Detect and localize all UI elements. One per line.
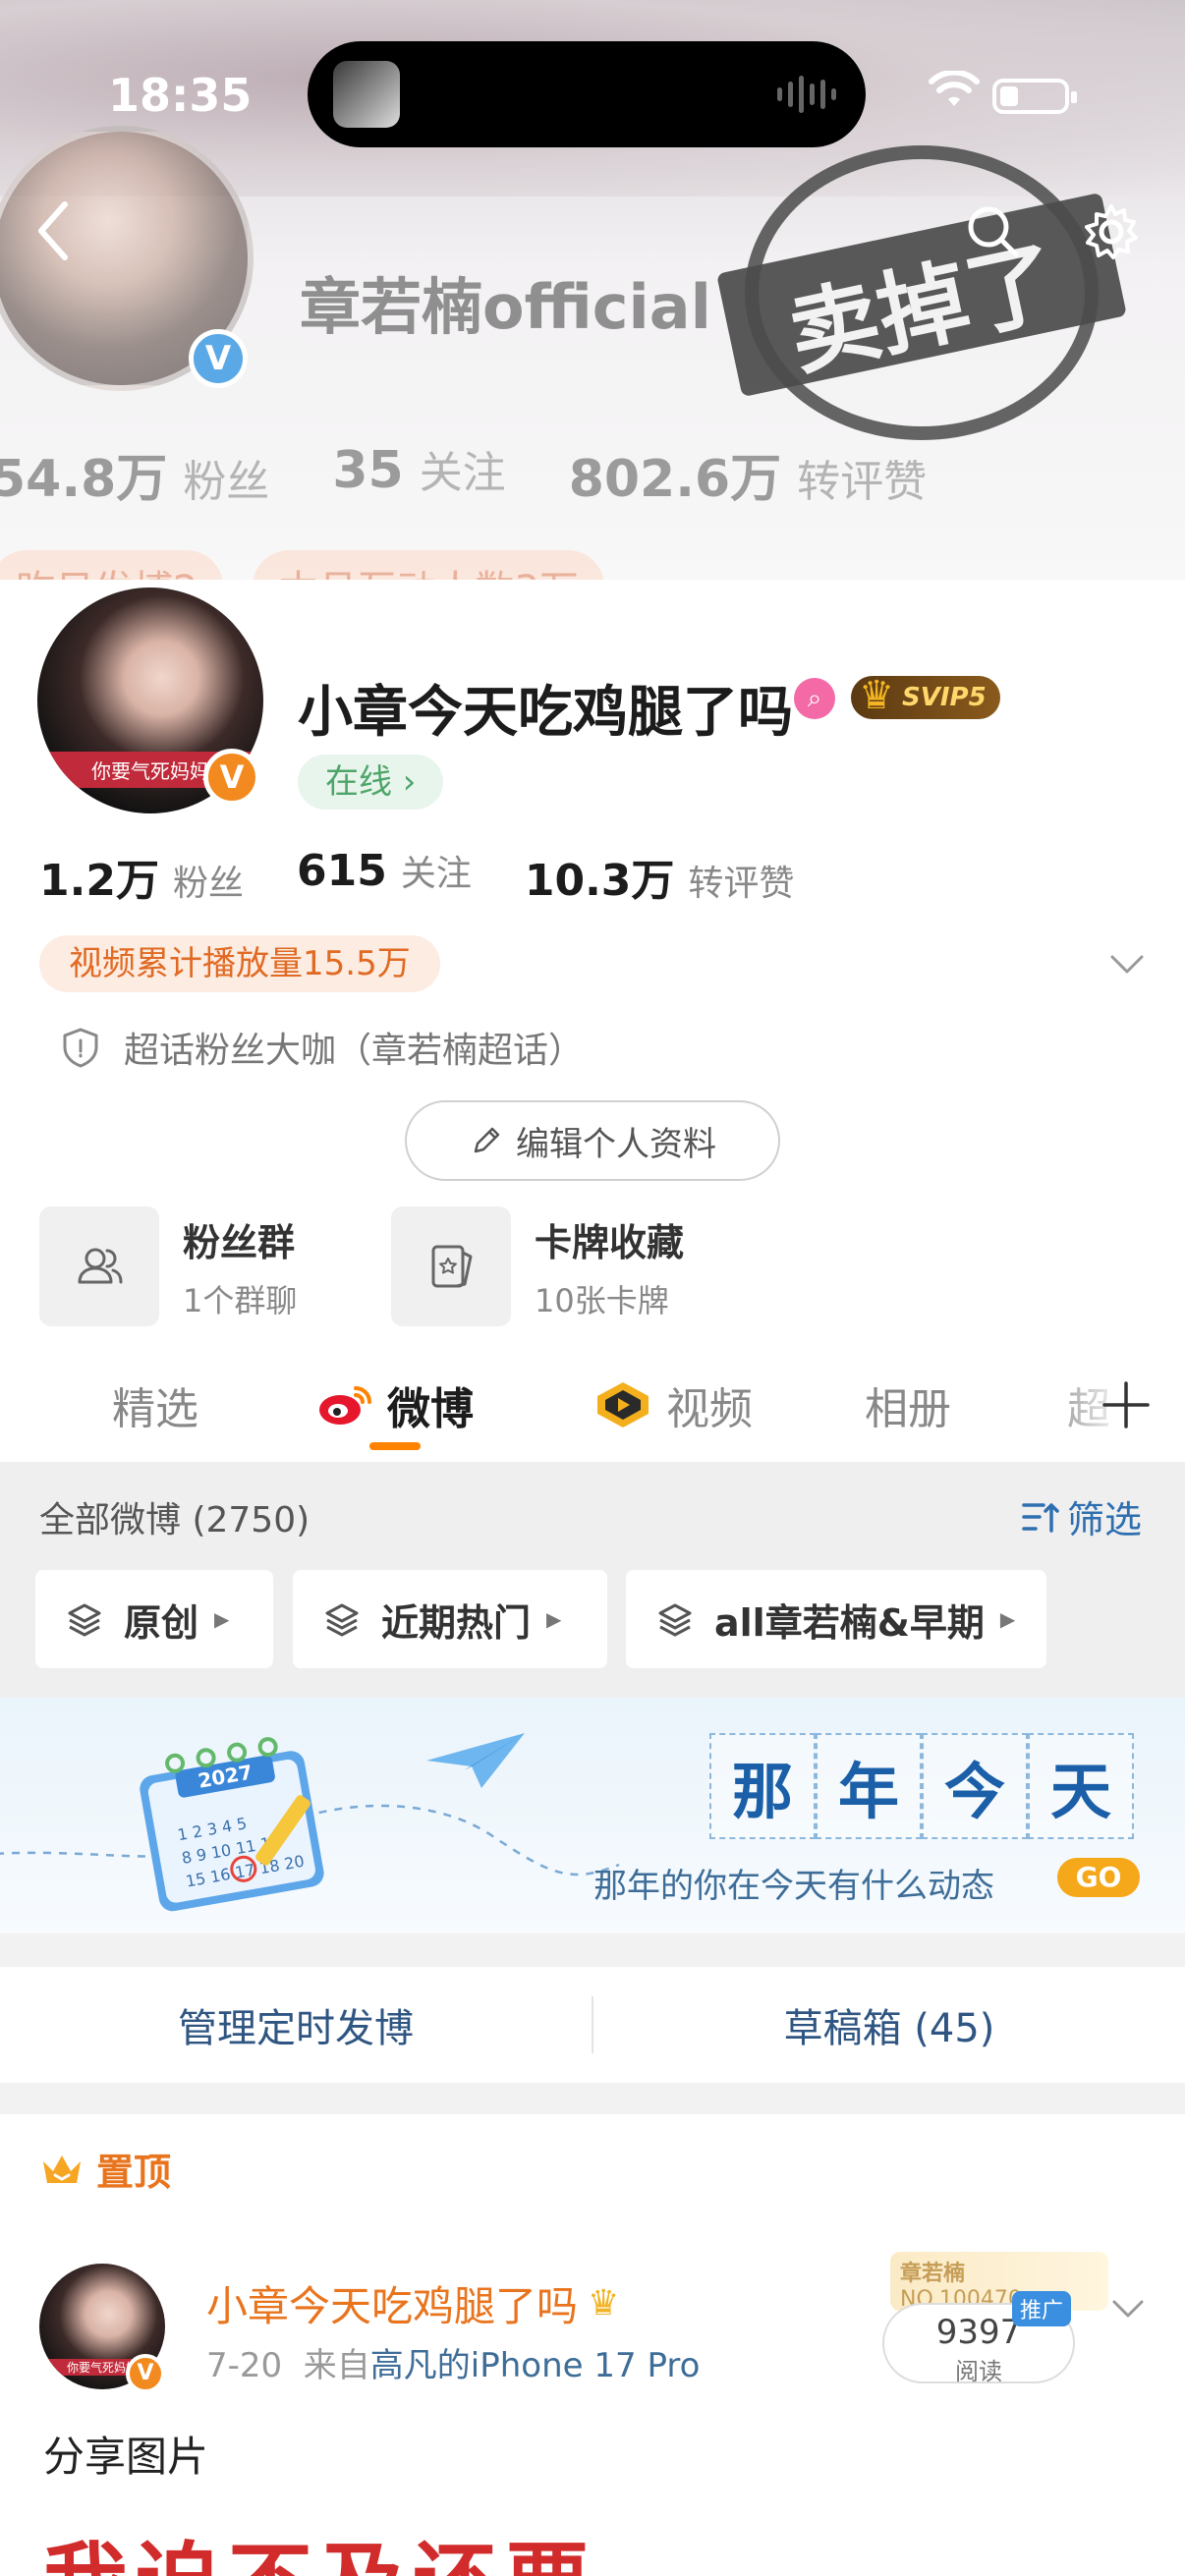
fan-group-title: 粉丝群 bbox=[183, 1220, 296, 1264]
wifi-icon bbox=[929, 71, 980, 106]
profile-stats: 1.2万 粉丝 615 关注 10.3万 转评赞 bbox=[39, 845, 847, 908]
stat-reposts-likes[interactable]: 10.3万 转评赞 bbox=[525, 845, 795, 908]
banner-subtitle: 那年的你在今天有什么动态 bbox=[593, 1867, 994, 1906]
chevron-down-icon[interactable] bbox=[1106, 943, 1148, 984]
drafts-button[interactable]: 草稿箱 (45) bbox=[593, 1996, 1185, 2053]
cover-stat-fans: 54.8万 粉丝 bbox=[0, 450, 270, 509]
tab-album[interactable]: 相册 bbox=[865, 1373, 951, 1436]
filter-button[interactable]: 筛选 bbox=[1018, 1489, 1142, 1543]
sort-filter-icon bbox=[1022, 1502, 1059, 1533]
verified-blue-badge: V bbox=[189, 329, 248, 388]
group-icon bbox=[39, 1206, 159, 1326]
cover-stat-follow: 35 关注 bbox=[332, 441, 506, 500]
manage-row: 管理定时发博 草稿箱 (45) bbox=[0, 1967, 1185, 2083]
read-count-card[interactable]: 章若楠 NO.100470 9397 阅读 推广 bbox=[882, 2252, 1118, 2387]
scheduled-posts-button[interactable]: 管理定时发博 bbox=[0, 1996, 592, 2053]
post-meta: 7-20 来自高凡的iPhone 17 Pro bbox=[206, 2346, 701, 2385]
audio-wave-icon bbox=[777, 75, 836, 114]
crown-icon: ♛ bbox=[859, 673, 894, 718]
paper-plane-icon bbox=[426, 1733, 525, 1788]
chip-recent-hot[interactable]: 近期热门 ▶ bbox=[293, 1570, 607, 1668]
weibo-logo-icon bbox=[319, 1386, 371, 1425]
status-time: 18:35 bbox=[108, 69, 253, 122]
tab-video[interactable]: 视频 bbox=[593, 1373, 753, 1436]
search-icon[interactable] bbox=[963, 201, 1022, 260]
promote-badge[interactable]: 推广 bbox=[1012, 2291, 1072, 2326]
post-author[interactable]: 小章今天吃鸡腿了吗 ♛ bbox=[206, 2273, 619, 2333]
banner-title: 那 年 今 天 bbox=[709, 1733, 1134, 1839]
pinned-label: 置顶 bbox=[39, 2142, 171, 2196]
now-playing-thumbnail bbox=[333, 61, 400, 128]
pencil-icon bbox=[474, 1127, 500, 1153]
gear-icon[interactable] bbox=[1081, 201, 1142, 262]
go-button[interactable]: GO bbox=[1057, 1858, 1140, 1897]
calendar-icon: 2027 1 2 3 4 5 8 9 10 11 12 15 16 17 18 … bbox=[140, 1737, 324, 1912]
layers-icon bbox=[68, 1603, 101, 1637]
tab-featured[interactable]: 精选 bbox=[112, 1373, 198, 1436]
profile-name: 小章今天吃鸡腿了吗 bbox=[298, 681, 793, 745]
video-plays-badge[interactable]: 视频累计播放量15.5万 bbox=[39, 935, 440, 992]
tab-weibo[interactable]: 微博 bbox=[316, 1373, 474, 1436]
supertopic-label: 超话粉丝大咖（章若楠超话） bbox=[124, 1031, 585, 1071]
verified-orange-badge: V bbox=[126, 2354, 165, 2393]
pinned-post[interactable]: 置顶 你要气死妈妈 V 小章今天吃鸡腿了吗 ♛ 7-20 来自高凡的iPhone … bbox=[0, 2114, 1185, 2576]
verified-orange-badge: V bbox=[203, 749, 260, 806]
online-status[interactable]: 在线 › bbox=[298, 755, 444, 810]
active-tab-indicator bbox=[369, 1442, 421, 1450]
plus-icon[interactable] bbox=[1100, 1379, 1152, 1430]
fan-group-button[interactable]: 粉丝群 1个群聊 bbox=[39, 1206, 297, 1326]
stat-fans[interactable]: 1.2万 粉丝 bbox=[39, 845, 244, 908]
read-label: 阅读 bbox=[955, 2358, 1002, 2385]
feed-filter: 全部微博 (2750) 筛选 原创 ▶ 近期热门 ▶ all章若楠&早期 ▶ bbox=[0, 1462, 1185, 1698]
shield-icon bbox=[63, 1028, 98, 1068]
battery-icon bbox=[992, 79, 1077, 114]
chip-all-early[interactable]: all章若楠&早期 ▶ bbox=[626, 1570, 1046, 1668]
card-collection-title: 卡牌收藏 bbox=[535, 1220, 685, 1264]
card-icon bbox=[391, 1206, 511, 1326]
name-tag-icon[interactable]: ⌕ bbox=[794, 678, 835, 719]
crown-icon: ♛ bbox=[588, 2283, 620, 2324]
stat-following[interactable]: 615 关注 bbox=[297, 845, 472, 908]
card-collection-sub: 10张卡牌 bbox=[535, 1281, 669, 1319]
video-play-icon bbox=[597, 1382, 649, 1428]
crown-icon bbox=[43, 2155, 81, 2183]
dynamic-island[interactable] bbox=[308, 41, 866, 147]
layers-icon bbox=[658, 1603, 692, 1637]
cover-name: 章若楠official bbox=[300, 271, 711, 343]
on-this-day-banner[interactable]: 2027 1 2 3 4 5 8 9 10 11 12 15 16 17 18 … bbox=[0, 1698, 1185, 1933]
post-source: 高凡的iPhone 17 Pro bbox=[369, 2346, 701, 2385]
post-date: 7-20 bbox=[206, 2346, 283, 2385]
supertopic-fan-row[interactable]: 超话粉丝大咖（章若楠超话） bbox=[59, 1022, 584, 1073]
sold-stamp: 卖掉了 bbox=[715, 145, 1128, 450]
all-posts-count: 全部微博 (2750) bbox=[39, 1500, 310, 1540]
chevron-down-icon[interactable] bbox=[1108, 2289, 1148, 2328]
profile-card: 你要气死妈妈 V 小章今天吃鸡腿了吗 ⌕ ♛ SVIP5 在线 › 1.2万 粉丝… bbox=[0, 580, 1185, 1366]
svip-badge[interactable]: ♛ SVIP5 bbox=[851, 673, 1000, 719]
fan-group-sub: 1个群聊 bbox=[183, 1281, 298, 1319]
post-image[interactable]: 我迫不及还要 bbox=[43, 2507, 770, 2576]
profile-tabs: 精选 微博 视频 相册 超 bbox=[0, 1356, 1185, 1462]
status-bar: 18:35 bbox=[0, 0, 1185, 187]
chip-original[interactable]: 原创 ▶ bbox=[35, 1570, 273, 1668]
post-text: 分享图片 bbox=[43, 2433, 209, 2481]
layers-icon bbox=[325, 1603, 359, 1637]
back-icon[interactable] bbox=[29, 196, 79, 265]
fan-card-bg: 章若楠 NO.100470 bbox=[890, 2252, 1108, 2312]
edit-profile-button[interactable]: 编辑个人资料 bbox=[405, 1100, 780, 1181]
card-collection-button[interactable]: 卡牌收藏 10张卡牌 bbox=[391, 1206, 684, 1326]
